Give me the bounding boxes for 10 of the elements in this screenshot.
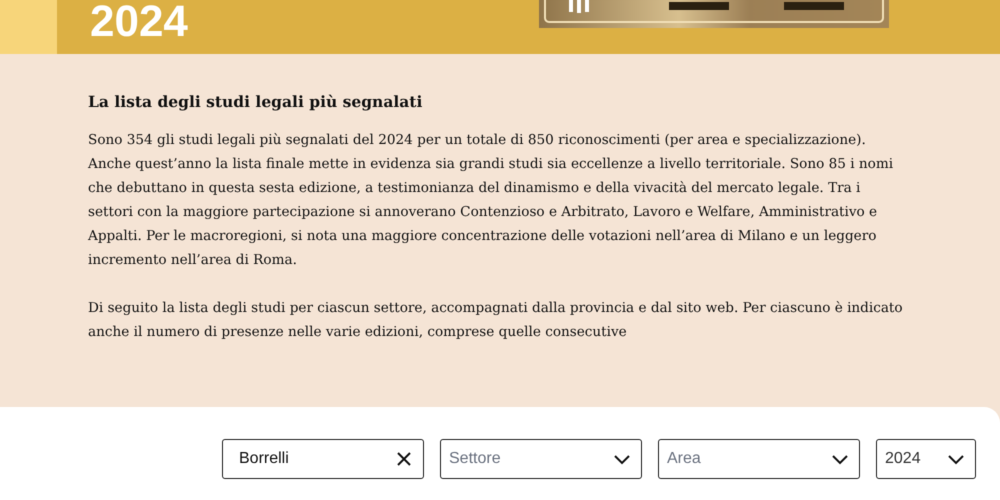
search-field[interactable]: Borrelli xyxy=(222,439,424,479)
dropdown[interactable]: 2024 xyxy=(876,439,976,479)
year-heading: 2024 xyxy=(90,0,188,44)
dropdown[interactable]: Settore xyxy=(440,439,642,479)
paragraph: Di seguito la lista degli studi per ciascun settore, accompagnati dalla provincia e dal sito web. Per ciascuno è indicato anche il numero di presenze nelle varie edizioni, comprese quelle consecutive xyxy=(88,299,903,342)
accent-strip xyxy=(0,0,57,54)
paragraph: Sono 354 gli studi legali più segnalati del 2024 per un totale di 850 riconoscimenti (per area e specializzazione). Anche quest’anno la lista finale mette in evidenza sia grandi studi sia eccellenze a livello territoriale. Sono 85 i nomi che debuttano in questa sesta edizione, a testimonianza del dinamismo e della vivacità del mercato legale. Tra i settori con la maggiore partecipazione si annoverano Contenzioso e Arbitrato, Lavoro e Welfare, Amministrativo e Appalti. Per le macroregioni, si nota una maggiore concentrazione delle votazioni nell’area di Milano e un leggero incremento nell’area di Roma. xyxy=(88,131,894,270)
dropdown[interactable]: Area xyxy=(658,439,860,479)
close-icon[interactable] xyxy=(395,450,413,468)
section-title: La lista degli studi legali più segnalati xyxy=(88,92,424,111)
